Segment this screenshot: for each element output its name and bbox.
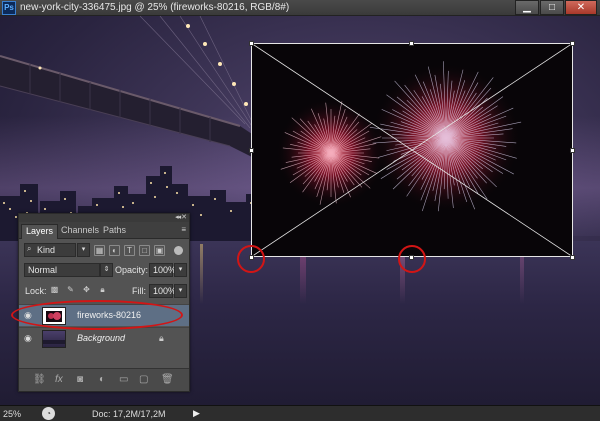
- filter-kind-dropdown-icon[interactable]: ▾: [77, 243, 90, 257]
- zoom-level-field[interactable]: 25%: [3, 409, 21, 419]
- filter-row: Kind ⌕ ▾ ▦ ◐ T □ ▣: [19, 243, 189, 257]
- trash-icon[interactable]: 🗑︎: [161, 375, 174, 385]
- maximize-button[interactable]: □: [540, 0, 564, 15]
- opacity-label: Opacity:: [115, 265, 149, 275]
- lock-all-icon[interactable]: 🔒︎: [97, 285, 108, 296]
- filter-kind-select[interactable]: Kind: [24, 243, 76, 257]
- status-info-icon[interactable]: ◔: [42, 407, 55, 420]
- annotation-circle: [237, 245, 265, 273]
- brooklyn-bridge: [0, 16, 270, 166]
- lock-paint-icon[interactable]: ✎: [65, 285, 76, 296]
- lock-row: Lock: ▩ ✎ ✥ 🔒︎ Fill: 100% ▾: [19, 284, 189, 298]
- layer-name[interactable]: Background: [77, 333, 125, 343]
- adjustment-filter-icon[interactable]: ◐: [109, 245, 120, 256]
- light-reflection: [200, 244, 203, 304]
- fill-label: Fill:: [132, 286, 146, 296]
- opacity-dropdown-icon[interactable]: ▾: [174, 263, 187, 277]
- collapse-panel-icon[interactable]: ◂◂ ✕: [175, 213, 187, 221]
- tab-channels[interactable]: Channels: [57, 224, 103, 239]
- annotation-ellipse: [11, 300, 183, 330]
- transform-handle-middle-left[interactable]: [249, 148, 254, 153]
- layers-panel: ◂◂ ✕ Layers Channels Paths ≡ Kind ⌕ ▾ ▦ …: [11, 213, 190, 392]
- panel-grip[interactable]: ◂◂ ✕: [19, 214, 189, 222]
- new-group-icon[interactable]: ▭: [119, 375, 128, 385]
- lock-position-icon[interactable]: ✥: [81, 285, 92, 296]
- filter-kind-label: Kind: [37, 245, 56, 255]
- close-button[interactable]: ✕: [565, 0, 597, 15]
- background-thumbnail-skyline: [43, 340, 65, 344]
- annotation-circle: [398, 245, 426, 273]
- lock-label: Lock:: [25, 286, 47, 296]
- fill-field[interactable]: 100%: [149, 284, 176, 298]
- panel-menu-icon[interactable]: ≡: [181, 225, 186, 234]
- fill-dropdown-icon[interactable]: ▾: [174, 284, 187, 298]
- add-mask-icon[interactable]: ◙: [77, 375, 83, 385]
- adjustment-layer-icon[interactable]: ◐: [99, 375, 105, 385]
- free-transform-box[interactable]: [251, 43, 573, 257]
- new-layer-icon[interactable]: ▢: [139, 375, 148, 385]
- layer-lock-icon: 🔒︎: [159, 333, 164, 343]
- panel-tabs: Layers Channels Paths ≡: [19, 222, 189, 239]
- link-layers-icon[interactable]: ⛓: [33, 375, 46, 385]
- type-filter-icon[interactable]: T: [124, 245, 135, 256]
- status-bar: 25% ◔ Doc: 17,2M/17,2M ▶: [0, 405, 600, 421]
- pixel-filter-icon[interactable]: ▦: [94, 245, 105, 256]
- search-icon: ⌕: [27, 244, 32, 253]
- shape-filter-icon[interactable]: □: [139, 245, 150, 256]
- filter-toggle-icon[interactable]: [174, 246, 183, 255]
- tab-paths[interactable]: Paths: [99, 224, 130, 239]
- photoshop-app-icon: Ps: [2, 1, 16, 15]
- transform-handle-top-right[interactable]: [570, 41, 575, 46]
- status-menu-arrow-icon[interactable]: ▶: [193, 408, 200, 419]
- fx-icon[interactable]: fx: [55, 375, 63, 385]
- transform-handle-middle-right[interactable]: [570, 148, 575, 153]
- transform-handle-bottom-right[interactable]: [570, 255, 575, 260]
- document-title-bar: Ps new-york-city-336475.jpg @ 25% (firew…: [0, 0, 600, 16]
- layer-thumbnail: [42, 330, 66, 348]
- tab-layers[interactable]: Layers: [21, 224, 59, 239]
- panel-bottom-toolbar: ⛓ fx ◙ ◐ ▭ ▢ 🗑︎: [19, 368, 189, 391]
- blend-mode-dropdown-icon[interactable]: ⇕: [100, 263, 113, 277]
- blend-row: Normal ⇕ Opacity: 100% ▾: [19, 263, 189, 277]
- document-size-info: Doc: 17,2M/17,2M: [92, 409, 166, 419]
- layer-row-background[interactable]: ◉ Background 🔒︎: [19, 327, 189, 349]
- minimize-button[interactable]: ▁: [515, 0, 539, 15]
- transform-handle-top-left[interactable]: [249, 41, 254, 46]
- document-title: new-york-city-336475.jpg @ 25% (firework…: [20, 2, 290, 13]
- visibility-eye-icon[interactable]: ◉: [24, 334, 35, 343]
- lock-transparent-icon[interactable]: ▩: [49, 285, 60, 296]
- blend-mode-select[interactable]: Normal: [24, 263, 100, 277]
- transform-handle-top-center[interactable]: [409, 41, 414, 46]
- smart-object-filter-icon[interactable]: ▣: [154, 245, 165, 256]
- opacity-field[interactable]: 100%: [149, 263, 176, 277]
